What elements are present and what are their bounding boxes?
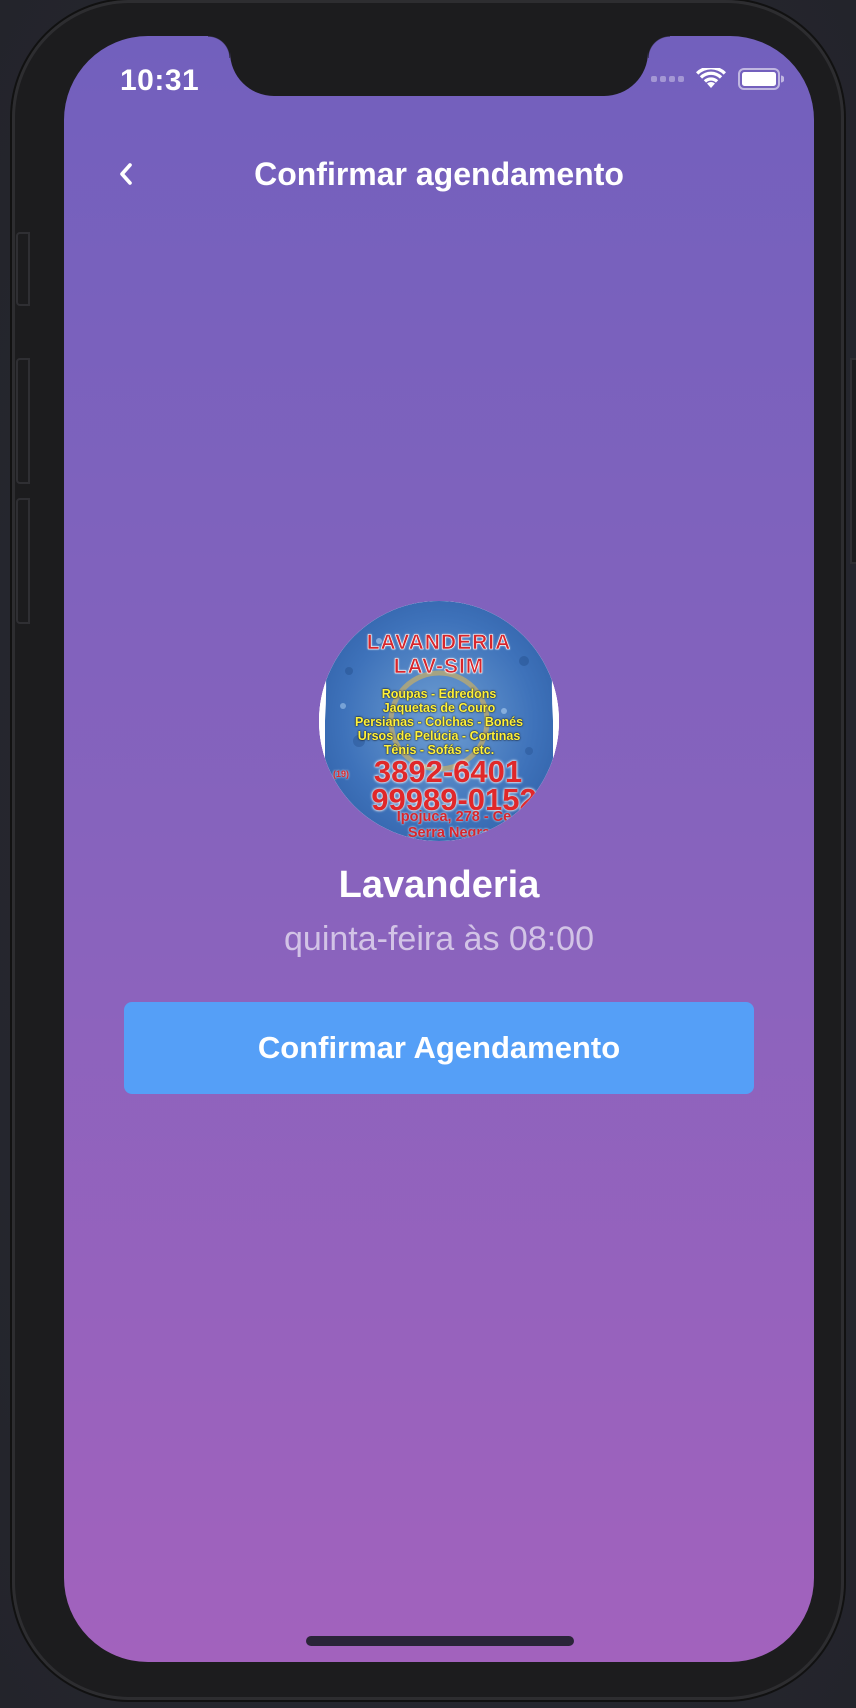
- confirm-appointment-button[interactable]: Confirmar Agendamento: [124, 1002, 754, 1094]
- mute-switch: [16, 232, 30, 306]
- home-indicator[interactable]: [306, 1636, 574, 1646]
- appointment-schedule: quinta-feira às 08:00: [284, 920, 594, 958]
- avatar-title-line2: LAV-SIM: [393, 655, 485, 679]
- camera-notch: [208, 36, 670, 96]
- signal-icon: [651, 76, 684, 82]
- provider-avatar: LAVANDERIA LAV-SIM Roupas - Edredons Jaq…: [319, 601, 559, 841]
- avatar-service-1: Roupas - Edredons: [381, 687, 497, 701]
- wifi-icon: [696, 68, 726, 88]
- status-icons: [651, 68, 784, 90]
- avatar-service-3: Persianas - Colchas - Bonés: [354, 715, 524, 729]
- avatar-service-4: Ursos de Pelúcia - Cortinas: [357, 729, 521, 743]
- provider-name: Lavanderia: [338, 864, 540, 906]
- app-screen: 10:31 Confirmar agendamento LAVANDERIA L…: [64, 36, 814, 1662]
- avatar-title-line1: LAVANDERIA: [366, 631, 512, 655]
- volume-down-button: [16, 498, 30, 624]
- avatar-address-2: Serra Negra: [407, 825, 491, 841]
- power-button: [850, 358, 856, 564]
- avatar-address-1: Ipojuca, 278 - Ce: [396, 809, 512, 825]
- battery-icon: [738, 68, 784, 90]
- avatar-service-2: Jaquetas de Couro: [382, 701, 496, 715]
- phone-frame: 10:31 Confirmar agendamento LAVANDERIA L…: [12, 0, 856, 1700]
- device-frame-background: 10:31 Confirmar agendamento LAVANDERIA L…: [0, 0, 856, 1708]
- status-time: 10:31: [120, 64, 200, 97]
- page-title: Confirmar agendamento: [254, 156, 624, 192]
- volume-up-button: [16, 358, 30, 484]
- navigation-bar: Confirmar agendamento: [64, 146, 814, 206]
